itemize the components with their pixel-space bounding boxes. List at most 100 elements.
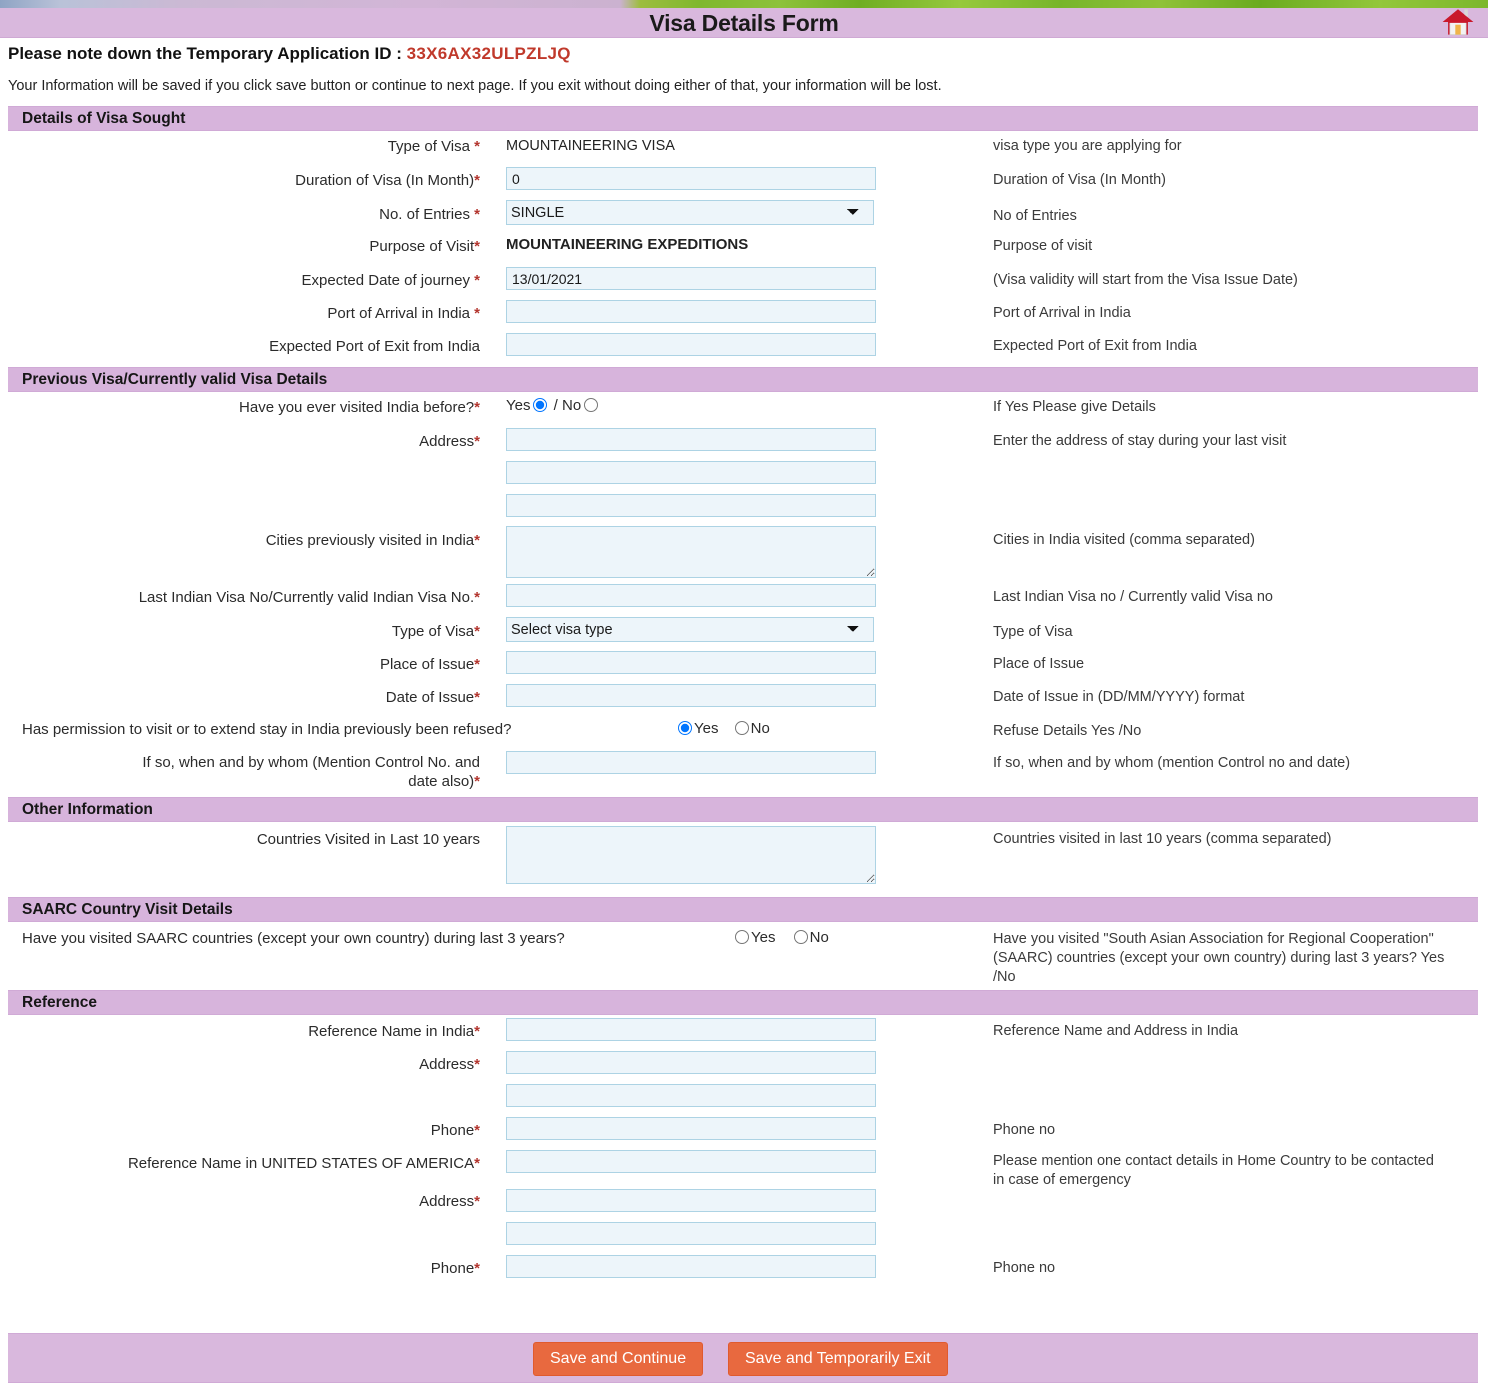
prev-visa-type-select[interactable]: Select visa typeTOURIST VISABUSINESS VIS… <box>506 617 874 642</box>
required-marker: * <box>474 623 480 640</box>
required-marker: * <box>474 206 480 223</box>
hint-ref-phone-home: Phone no <box>993 1260 1056 1276</box>
row-ref-address-india-1: Address* <box>0 1048 1488 1081</box>
required-marker: * <box>474 656 480 673</box>
row-place-of-issue: Place of Issue* Place of Issue <box>0 648 1488 681</box>
saarc-no-radio[interactable] <box>793 930 808 944</box>
hint-port-arrival: Port of Arrival in India <box>993 305 1131 321</box>
hint-visited-saarc: Have you visited "South Asian Associatio… <box>993 931 1445 985</box>
row-ref-name-home: Reference Name in UNITED STATES OF AMERI… <box>0 1147 1488 1188</box>
reference-rows: Reference Name in India* Reference Name … <box>0 1015 1488 1290</box>
prev-address-line1-input[interactable] <box>506 428 876 451</box>
duration-input[interactable] <box>506 167 876 190</box>
saarc-radio-group[interactable]: Yes No <box>735 929 829 946</box>
section-title: Reference <box>22 994 97 1011</box>
row-prev-address-2 <box>0 458 1488 491</box>
section-title: SAARC Country Visit Details <box>22 901 233 918</box>
visited-before-no-radio[interactable] <box>584 398 599 412</box>
required-marker: * <box>474 399 480 416</box>
ref-name-home-input[interactable] <box>506 1150 876 1173</box>
ref-address-india-line1-input[interactable] <box>506 1051 876 1074</box>
visited-before-no-label: No <box>562 397 582 414</box>
required-marker: * <box>474 433 480 450</box>
row-visited-saarc: Have you visited SAARC countries (except… <box>0 922 1488 990</box>
section-title: Other Information <box>22 801 153 818</box>
required-marker: * <box>474 589 480 606</box>
page-header: Visa Details Form <box>0 8 1488 38</box>
ref-address-home-line1-input[interactable] <box>506 1189 876 1212</box>
port-arrival-input[interactable] <box>506 300 876 323</box>
hint-refused: Refuse Details Yes /No <box>993 723 1142 739</box>
row-ref-phone-india: Phone* Phone no <box>0 1114 1488 1147</box>
hint-duration: Duration of Visa (In Month) <box>993 172 1167 188</box>
row-purpose: Purpose of Visit* MOUNTAINEERING EXPEDIT… <box>0 231 1488 264</box>
date-of-issue-input[interactable] <box>506 684 876 707</box>
section-title: Details of Visa Sought <box>22 110 186 127</box>
prev-address-line3-input[interactable] <box>506 494 876 517</box>
section-header-saarc: SAARC Country Visit Details <box>8 897 1478 922</box>
refused-no-radio[interactable] <box>734 721 749 735</box>
row-visited-before: Have you ever visited India before?* Yes… <box>0 392 1488 425</box>
required-marker: * <box>474 305 480 322</box>
saarc-yes-radio[interactable] <box>735 930 749 944</box>
label-visited-before: Have you ever visited India before?* <box>239 399 480 416</box>
cities-visited-textarea[interactable] <box>506 526 876 578</box>
row-ref-address-india-2 <box>0 1081 1488 1114</box>
ref-name-india-input[interactable] <box>506 1018 876 1041</box>
label-refused-details: If so, when and by whom (Mention Control… <box>10 753 480 791</box>
hint-purpose: Purpose of visit <box>993 238 1093 254</box>
entries-select[interactable]: SINGLEMULTIPLEDOUBLE <box>506 200 874 225</box>
required-marker: * <box>474 272 480 289</box>
home-icon[interactable] <box>1440 4 1476 40</box>
label-ref-phone-home: Phone* <box>430 1260 480 1277</box>
required-marker: * <box>474 138 480 155</box>
hint-countries-visited: Countries visited in last 10 years (comm… <box>993 831 1332 847</box>
ref-address-india-line2-input[interactable] <box>506 1084 876 1107</box>
previous-visa-rows: Have you ever visited India before?* Yes… <box>0 392 1488 797</box>
row-type-of-visa: Type of Visa * MOUNTAINEERING VISA visa … <box>0 131 1488 164</box>
refused-no-label: No <box>750 720 770 737</box>
required-marker: * <box>474 1023 480 1040</box>
question-visited-saarc: Have you visited SAARC countries (except… <box>22 930 565 947</box>
ref-phone-india-input[interactable] <box>506 1117 876 1140</box>
hint-entries: No of Entries <box>993 208 1077 224</box>
hint-cities-visited: Cities in India visited (comma separated… <box>993 532 1255 548</box>
label-ref-name-india: Reference Name in India* <box>308 1023 480 1040</box>
ref-address-home-line2-input[interactable] <box>506 1222 876 1245</box>
hint-prev-visa-type: Type of Visa <box>993 624 1073 640</box>
prev-address-line2-input[interactable] <box>506 461 876 484</box>
hint-journey-date: (Visa validity will start from the Visa … <box>993 272 1298 288</box>
visited-before-radio-group[interactable]: Yes / No <box>506 397 600 414</box>
row-port-arrival: Port of Arrival in India * Port of Arriv… <box>0 297 1488 330</box>
save-and-continue-button[interactable]: Save and Continue <box>533 1342 704 1376</box>
ref-phone-home-input[interactable] <box>506 1255 876 1278</box>
row-port-exit: Expected Port of Exit from India Expecte… <box>0 330 1488 363</box>
last-visa-no-input[interactable] <box>506 584 876 607</box>
hint-place-of-issue: Place of Issue <box>993 656 1085 672</box>
label-refused-details-line1: If so, when and by whom (Mention Control… <box>142 754 480 771</box>
required-marker: * <box>474 1056 480 1073</box>
label-refused-details-line2: date also) <box>408 773 475 790</box>
hint-type-of-visa: visa type you are applying for <box>993 138 1182 154</box>
save-and-temporarily-exit-button[interactable]: Save and Temporarily Exit <box>728 1342 948 1376</box>
port-exit-input[interactable] <box>506 333 876 356</box>
refused-details-input[interactable] <box>506 751 876 774</box>
journey-date-input[interactable] <box>506 267 876 290</box>
notice-label: Please note down the Temporary Applicati… <box>8 44 407 63</box>
countries-visited-textarea[interactable] <box>506 826 876 884</box>
row-ref-address-home-2 <box>0 1219 1488 1252</box>
section-header-previous-visa: Previous Visa/Currently valid Visa Detai… <box>8 367 1478 392</box>
label-prev-visa-type: Type of Visa* <box>391 623 480 640</box>
section-header-visa-sought: Details of Visa Sought <box>8 106 1478 131</box>
footer-action-bar: Save and Continue Save and Temporarily E… <box>8 1333 1478 1383</box>
visited-before-yes-label: Yes <box>506 397 531 414</box>
refused-yes-radio[interactable] <box>678 721 692 735</box>
question-refused: Has permission to visit or to extend sta… <box>22 721 512 738</box>
label-prev-address: Address* <box>419 433 480 450</box>
refused-radio-group[interactable]: Yes No <box>678 720 770 737</box>
row-countries-visited: Countries Visited in Last 10 years Count… <box>0 822 1488 897</box>
place-of-issue-input[interactable] <box>506 651 876 674</box>
required-marker: * <box>474 1155 480 1172</box>
visited-before-yes-radio[interactable] <box>533 398 548 412</box>
label-last-visa-no: Last Indian Visa No/Currently valid Indi… <box>138 589 480 606</box>
